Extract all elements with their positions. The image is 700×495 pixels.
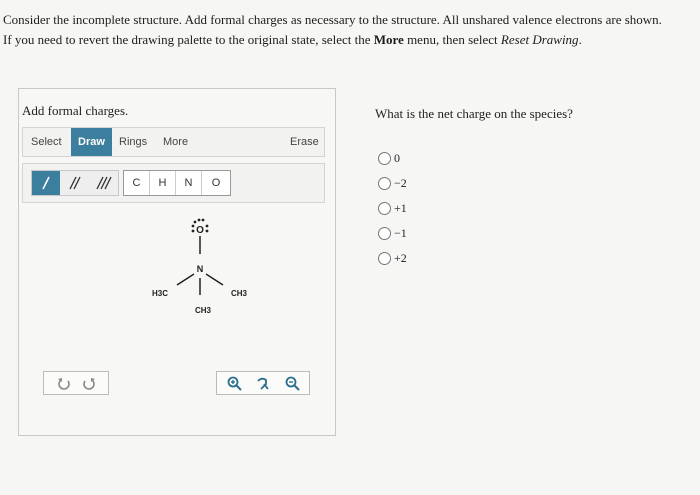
undo-redo-group xyxy=(43,371,109,395)
n-left-bond xyxy=(176,273,195,286)
charge-option-label: 0 xyxy=(394,151,400,165)
zoom-in-icon xyxy=(227,376,242,391)
charge-option-radio[interactable] xyxy=(378,227,391,240)
nitrogen-atom: N xyxy=(197,264,204,274)
undo-button[interactable] xyxy=(53,372,75,394)
charge-option-label: +1 xyxy=(394,201,407,215)
right-methyl-group: CH3 xyxy=(231,289,248,298)
question-line-2-end: . xyxy=(578,32,582,47)
question-line-2-start: If you need to revert the drawing palett… xyxy=(3,32,374,47)
charge-option-radio[interactable] xyxy=(378,177,391,190)
undo-icon xyxy=(58,378,70,390)
zoom-group xyxy=(216,371,310,395)
charge-option-label: +2 xyxy=(394,251,407,265)
bottom-methyl-group: CH3 xyxy=(195,306,212,315)
drawing-panel: Add formal charges. Select Draw Rings Mo… xyxy=(18,88,336,436)
charge-option-radio[interactable] xyxy=(378,152,391,165)
zoom-reset-button[interactable] xyxy=(252,372,274,394)
charge-option-label: −2 xyxy=(394,176,407,190)
reset-drawing-reference: Reset Drawing xyxy=(500,32,579,47)
question-line-2-middle: menu, then select xyxy=(403,32,501,47)
charge-option-label: −1 xyxy=(394,226,407,240)
zoom-reset-icon xyxy=(256,377,269,390)
n-right-bond xyxy=(205,273,224,286)
question-line-2: If you need to revert the drawing palett… xyxy=(3,30,697,50)
left-methyl-group: H3C xyxy=(152,289,168,298)
redo-button[interactable] xyxy=(78,372,100,394)
zoom-out-button[interactable] xyxy=(281,372,303,394)
zoom-out-icon xyxy=(285,376,300,391)
question-text: Consider the incomplete structure. Add f… xyxy=(3,10,697,50)
redo-icon xyxy=(83,378,95,390)
oxygen-atom: O xyxy=(196,225,204,236)
question-line-1: Consider the incomplete structure. Add f… xyxy=(3,12,662,27)
net-charge-question: What is the net charge on the species? xyxy=(375,106,573,121)
charge-option-radio[interactable] xyxy=(378,202,391,215)
zoom-in-button[interactable] xyxy=(223,372,245,394)
charge-option-radio[interactable] xyxy=(378,252,391,265)
more-menu-reference: More xyxy=(373,32,404,47)
